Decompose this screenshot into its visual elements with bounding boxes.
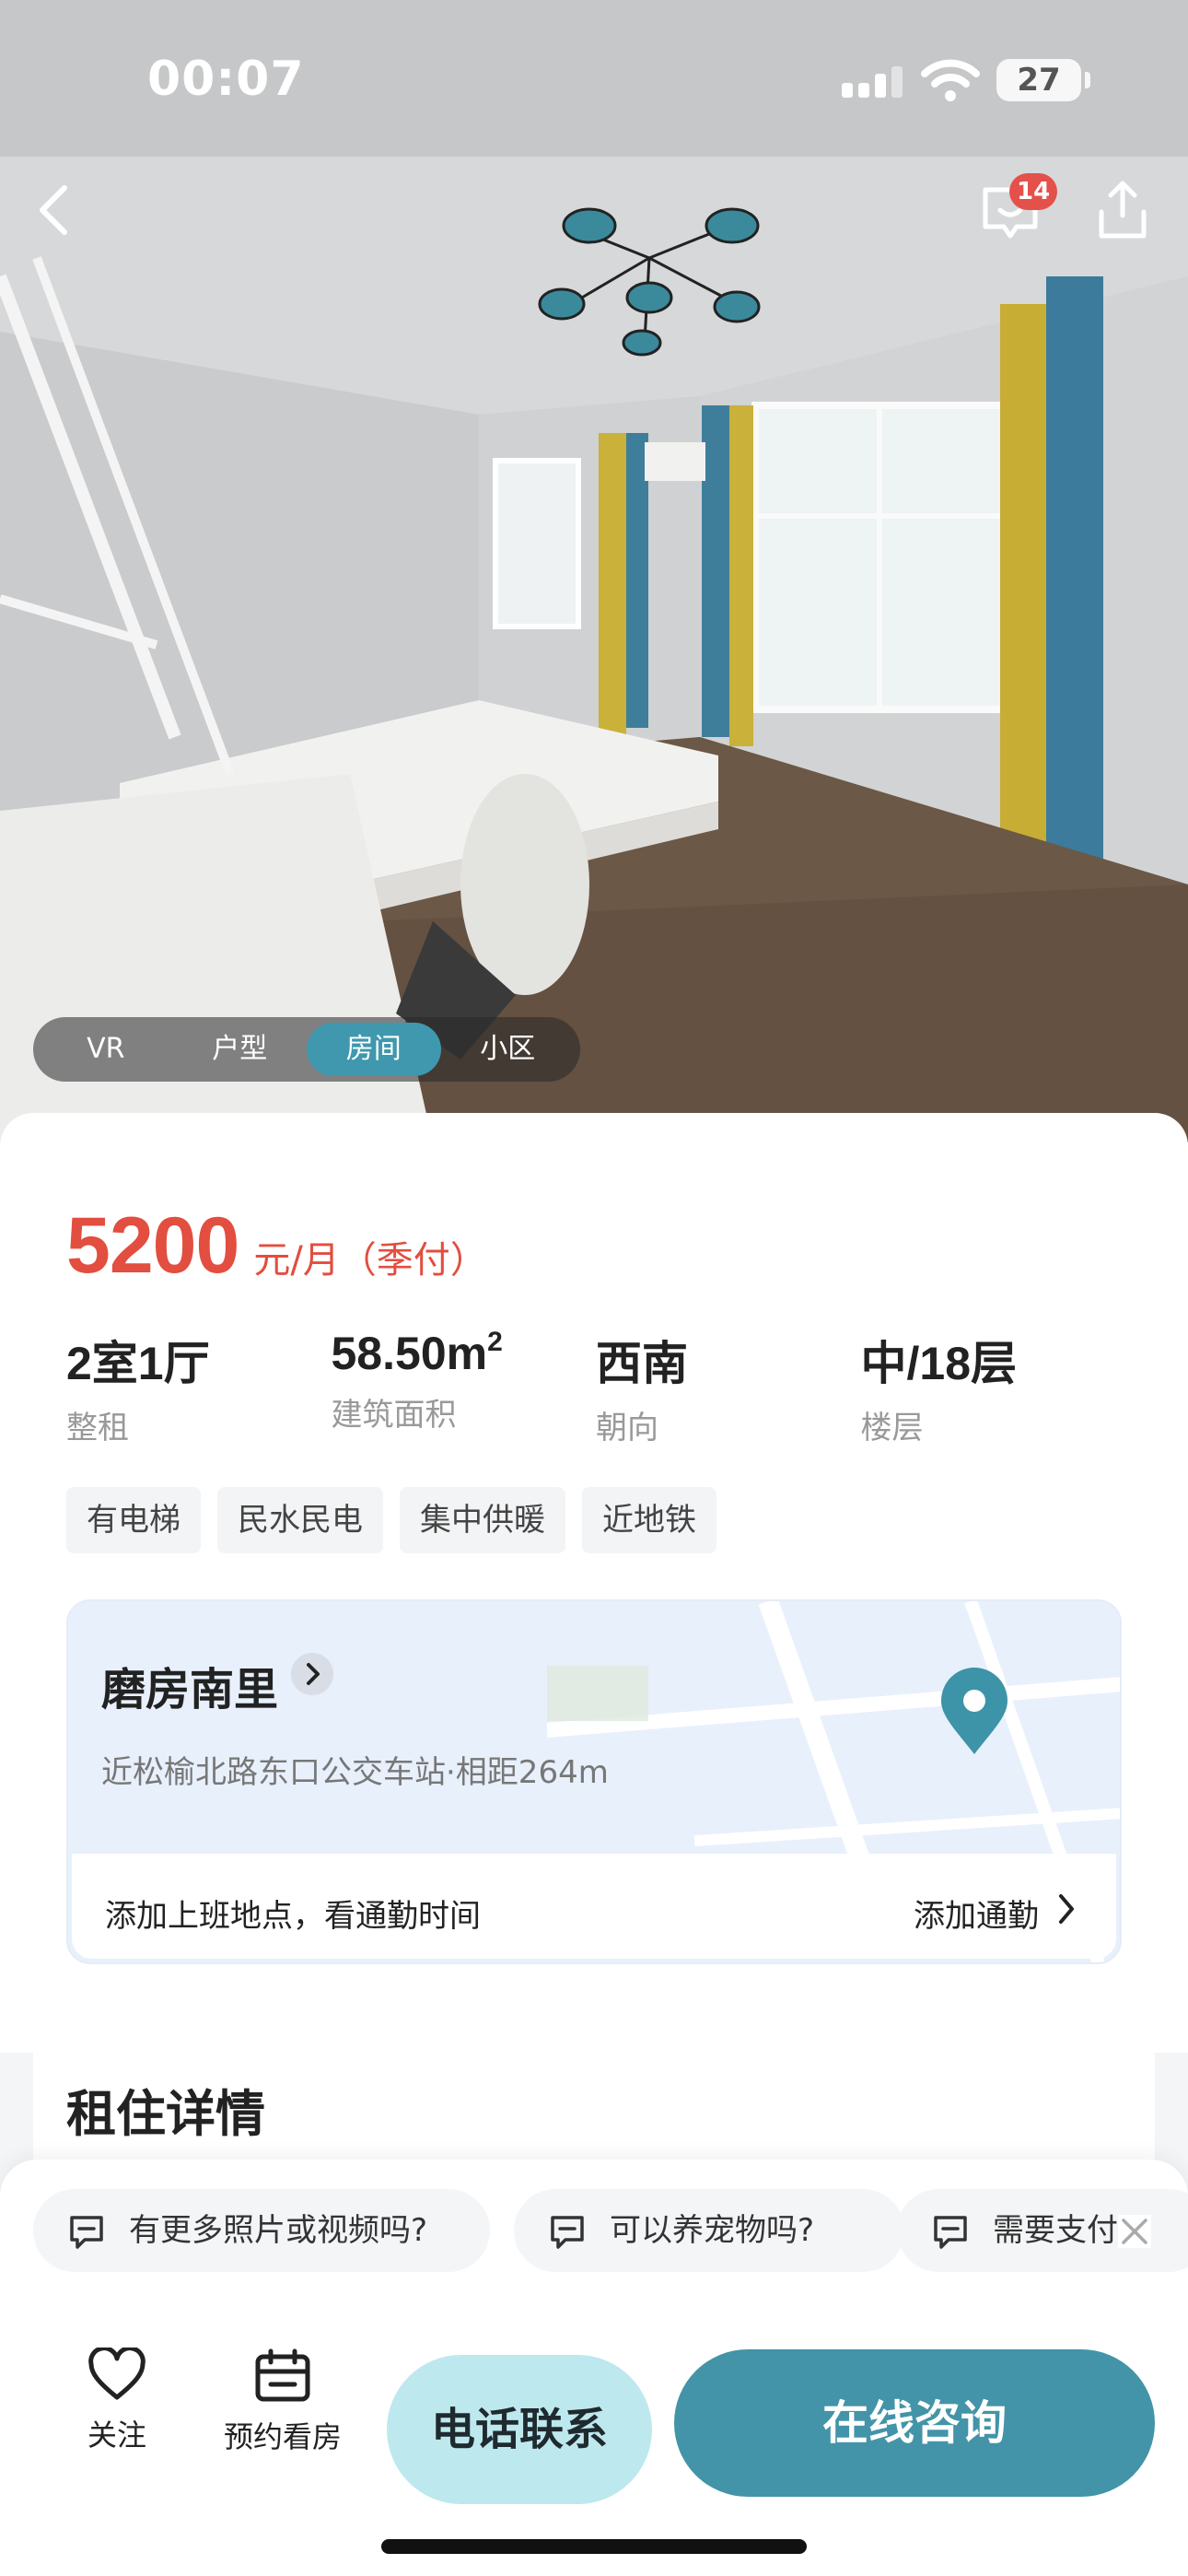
spec-floor-value: 中/18层 [860, 1338, 1018, 1389]
action-row: 关注 预约看房 电话联系 在线咨询 [0, 2307, 1188, 2504]
commute-bar[interactable]: 添加上班地点，看通勤时间 添加通勤 [72, 1854, 1116, 1959]
calendar-icon [255, 2348, 310, 2402]
feature-tags: 有电梯 民水民电 集中供暖 近地铁 [66, 1487, 716, 1553]
community-map-card[interactable]: 磨房南里 近松榆北路东口公交车站·相距264m 添加上班地点，看通勤时间 添加通… [66, 1599, 1122, 1964]
follow-label: 关注 [87, 2418, 146, 2453]
chat-icon [70, 2216, 103, 2249]
feature-tag: 近地铁 [582, 1487, 716, 1553]
chevron-right-icon[interactable] [291, 1653, 333, 1695]
media-tab-bar: VR 户型 房间 小区 [33, 1017, 580, 1082]
battery-tip [1085, 72, 1090, 88]
spec-orientation-label: 朝向 [596, 1410, 658, 1446]
chevron-right-icon[interactable] [1054, 1891, 1079, 1927]
online-consult-button[interactable]: 在线咨询 [674, 2349, 1155, 2497]
add-commute-link[interactable]: 添加通勤 [914, 1891, 1039, 1936]
spec-layout-value: 2室1厅 [66, 1338, 210, 1389]
spec-area: 58.50m2 建筑面积 [332, 1327, 597, 1447]
chat-icon [551, 2216, 584, 2249]
community-name[interactable]: 磨房南里 [101, 1653, 278, 1717]
phone-contact-button[interactable]: 电话联系 [387, 2355, 652, 2504]
share-icon[interactable] [1094, 179, 1151, 243]
follow-button[interactable]: 关注 [66, 2346, 168, 2454]
chat-icon [934, 2216, 967, 2249]
close-icon[interactable] [1118, 2215, 1151, 2248]
room-photo-illustration [0, 0, 1188, 1142]
spec-row: 2室1厅 整租 58.50m2 建筑面积 西南 朝向 中/18层 楼层 [66, 1327, 1125, 1447]
battery-indicator: 27 [996, 59, 1081, 101]
spec-orientation: 西南 朝向 [596, 1327, 861, 1447]
tab-floorplan[interactable]: 户型 [173, 1023, 308, 1076]
map-pin-icon [941, 1668, 1007, 1754]
quick-question-text: 可以养宠物吗? [610, 2212, 815, 2249]
commute-prompt: 添加上班地点，看通勤时间 [105, 1898, 481, 1935]
quick-question-text: 需要支付 [993, 2212, 1118, 2249]
status-time: 00:07 [147, 52, 305, 107]
spec-area-label: 建筑面积 [331, 1397, 457, 1434]
spec-area-value: 58.50m [331, 1328, 488, 1379]
schedule-viewing-button[interactable]: 预约看房 [214, 2348, 352, 2456]
spec-floor: 中/18层 楼层 [861, 1327, 1126, 1447]
listing-info-card: 5200 元/月（季付） 2室1厅 整租 58.50m2 建筑面积 西南 朝向 … [0, 1113, 1188, 2053]
transit-distance: 近松榆北路东口公交车站·相距264m [101, 1754, 609, 1791]
quick-question-chip[interactable]: 可以养宠物吗? [514, 2189, 904, 2272]
bottom-action-panel: 有更多照片或视频吗? 可以养宠物吗? 需要支付 关注 预约看房 电话联系 在线咨… [0, 2160, 1188, 2576]
rent-price: 5200 [66, 1201, 239, 1290]
spec-floor-label: 楼层 [860, 1410, 924, 1446]
spec-layout-label: 整租 [66, 1410, 129, 1446]
quick-question-row: 有更多照片或视频吗? 可以养宠物吗? 需要支付 [33, 2189, 1188, 2272]
cellular-signal-icon [842, 66, 903, 98]
spec-layout: 2室1厅 整租 [66, 1327, 332, 1447]
heart-icon [88, 2346, 146, 2400]
quick-question-chip[interactable]: 有更多照片或视频吗? [33, 2189, 490, 2272]
spec-area-value-wrap: 58.50m2 [332, 1327, 597, 1380]
feature-tag: 有电梯 [66, 1487, 201, 1553]
tab-vr[interactable]: VR [39, 1023, 173, 1076]
back-arrow-icon[interactable] [29, 181, 81, 240]
spec-area-superscript: 2 [487, 1327, 503, 1357]
quick-question-text: 有更多照片或视频吗? [129, 2212, 428, 2249]
rent-price-unit: 元/月（季付） [253, 1239, 487, 1282]
rental-details-title: 租住详情 [66, 2085, 265, 2143]
wifi-icon [921, 59, 980, 101]
tab-community[interactable]: 小区 [441, 1023, 576, 1076]
home-indicator [381, 2539, 807, 2554]
listing-photo[interactable]: 00:07 27 14 VR 户型 房间 小区 [0, 0, 1188, 1142]
price-row: 5200 元/月（季付） [66, 1200, 487, 1292]
tab-room[interactable]: 房间 [307, 1023, 441, 1076]
spec-orientation-value: 西南 [596, 1338, 688, 1389]
feature-tag: 集中供暖 [400, 1487, 565, 1553]
status-bar: 00:07 27 [0, 0, 1188, 157]
feature-tag: 民水民电 [217, 1487, 383, 1553]
schedule-viewing-label: 预约看房 [223, 2419, 342, 2454]
message-badge: 14 [1009, 173, 1058, 210]
